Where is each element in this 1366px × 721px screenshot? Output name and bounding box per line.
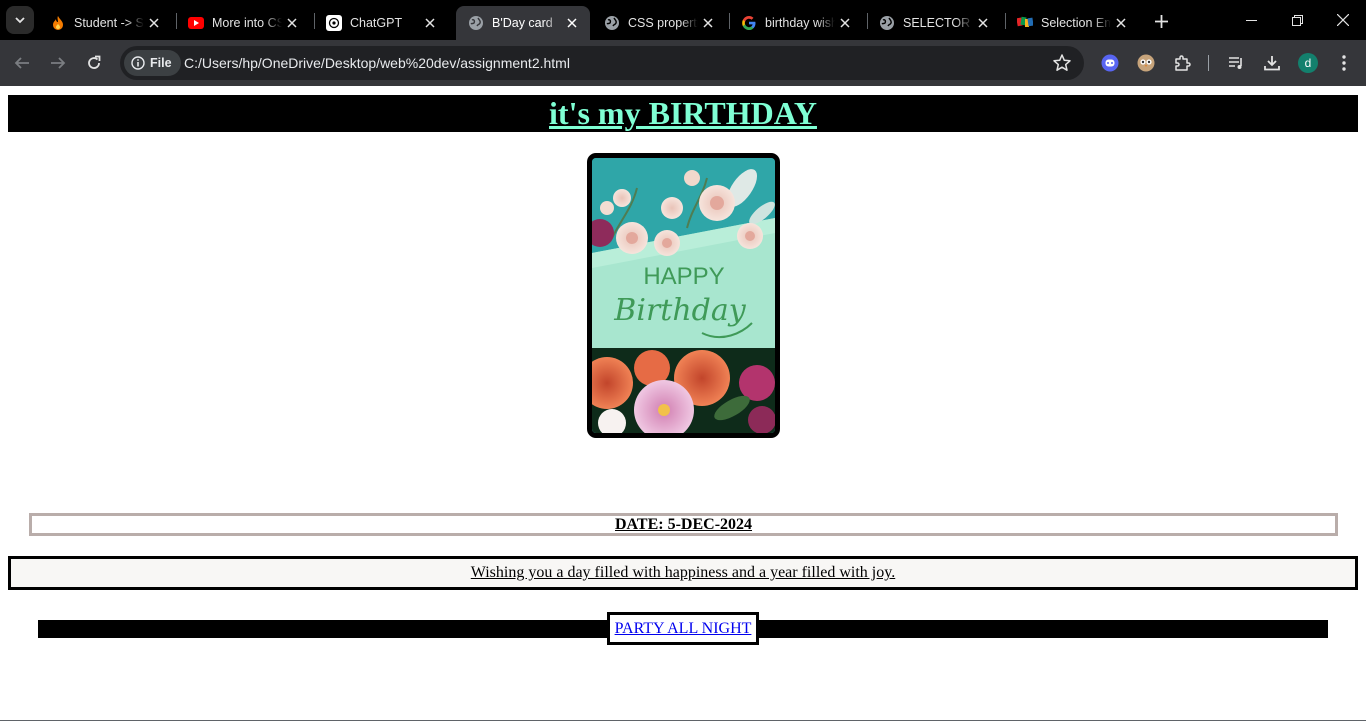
download-icon [1264, 56, 1280, 71]
globe-icon [604, 15, 620, 31]
tab-strip: Student -> Sem More into CSS ChatGPT B'D… [0, 0, 1366, 40]
bookmark-star-icon[interactable] [1052, 53, 1072, 73]
page-heading-banner: it's my BIRTHDAY [8, 95, 1358, 132]
tab-title: More into CSS [212, 16, 282, 30]
close-icon[interactable] [835, 13, 855, 33]
extension-discord-button[interactable] [1096, 49, 1124, 77]
date-box: DATE: 5-DEC-2024 [29, 513, 1338, 536]
minimize-button[interactable] [1228, 0, 1274, 40]
minimize-icon [1245, 19, 1257, 21]
reload-icon [88, 55, 101, 69]
tab-title: ChatGPT [350, 16, 403, 30]
restore-icon [1291, 14, 1303, 26]
party-link[interactable]: PARTY ALL NIGHT [615, 620, 752, 637]
close-icon[interactable] [144, 13, 164, 33]
chevron-down-icon [15, 17, 25, 24]
tab-selector[interactable]: SELECTOR [867, 6, 1001, 40]
tab-student[interactable]: Student -> Sem [38, 6, 172, 40]
tab-title: Student -> Sem [74, 16, 144, 30]
arrow-right-icon [51, 57, 66, 69]
close-icon[interactable] [698, 13, 718, 33]
profile-avatar[interactable]: d [1298, 53, 1318, 73]
tab-more-into-css[interactable]: More into CSS [176, 6, 310, 40]
tab-birthday-wishes[interactable]: birthday wishes [729, 6, 863, 40]
media-queue-icon [1229, 57, 1242, 69]
address-bar[interactable]: File C:/Users/hp/OneDrive/Desktop/web%20… [120, 46, 1084, 80]
zoho-icon [1017, 15, 1033, 31]
card-text-birthday: Birthday [613, 293, 746, 328]
chatgpt-icon [326, 15, 342, 31]
close-icon[interactable] [282, 13, 302, 33]
url-text[interactable]: C:/Users/hp/OneDrive/Desktop/web%20dev/a… [184, 55, 570, 71]
tab-search-button[interactable] [6, 6, 34, 34]
reload-button[interactable] [80, 49, 108, 77]
date-text: DATE: 5-DEC-2024 [614, 516, 753, 533]
media-control-button[interactable] [1222, 49, 1250, 77]
fire-icon [50, 15, 66, 31]
tab-bday-card[interactable]: B'Day card [456, 6, 590, 40]
menu-button[interactable] [1330, 49, 1358, 77]
youtube-icon [188, 15, 204, 31]
site-info-chip[interactable]: File [124, 50, 181, 76]
birthday-card-image: HAPPY Birthday [587, 153, 780, 438]
tab-chatgpt[interactable]: ChatGPT [314, 6, 448, 40]
forward-button[interactable] [44, 49, 72, 77]
back-button[interactable] [8, 49, 36, 77]
tab-title: CSS properties [628, 16, 698, 30]
tab-title: B'Day card [492, 16, 553, 30]
google-icon [741, 15, 757, 31]
new-tab-button[interactable] [1150, 10, 1172, 32]
owl-icon [1137, 54, 1155, 72]
card-text-happy: HAPPY [643, 263, 724, 290]
wish-text: Wishing you a day filled with happiness … [470, 564, 896, 581]
close-icon[interactable] [1111, 13, 1131, 33]
party-link-box: PARTY ALL NIGHT [607, 612, 759, 645]
puzzle-icon [1175, 55, 1191, 71]
close-icon[interactable] [420, 13, 440, 33]
page-title: it's my BIRTHDAY [549, 95, 817, 131]
kebab-menu-icon [1342, 55, 1346, 71]
discord-icon [1101, 54, 1119, 72]
plus-icon [1154, 14, 1168, 28]
info-icon [131, 56, 145, 70]
browser-toolbar: File C:/Users/hp/OneDrive/Desktop/web%20… [0, 40, 1366, 86]
restore-button[interactable] [1274, 0, 1320, 40]
tab-selection-emp[interactable]: Selection Emp [1005, 6, 1139, 40]
tab-title: Selection Emp [1041, 16, 1111, 30]
wish-box: Wishing you a day filled with happiness … [8, 556, 1358, 590]
extension-owl-button[interactable] [1132, 49, 1160, 77]
extensions-button[interactable] [1168, 49, 1196, 77]
arrow-left-icon [14, 57, 29, 69]
close-icon[interactable] [973, 13, 993, 33]
globe-icon [879, 15, 895, 31]
chip-label: File [150, 56, 172, 70]
downloads-button[interactable] [1258, 49, 1286, 77]
toolbar-divider [1208, 55, 1209, 71]
birthday-card-illustration: HAPPY Birthday [592, 158, 775, 433]
tab-title: birthday wishes [765, 16, 835, 30]
tab-css-properties[interactable]: CSS properties [592, 6, 726, 40]
tab-title: SELECTOR [903, 16, 971, 30]
web-page: it's my BIRTHDAY HAPPY Birthday DATE: 5-… [0, 87, 1366, 721]
globe-icon [468, 15, 484, 31]
close-window-button[interactable] [1320, 0, 1366, 40]
close-icon [1337, 14, 1349, 26]
close-icon[interactable] [562, 13, 582, 33]
